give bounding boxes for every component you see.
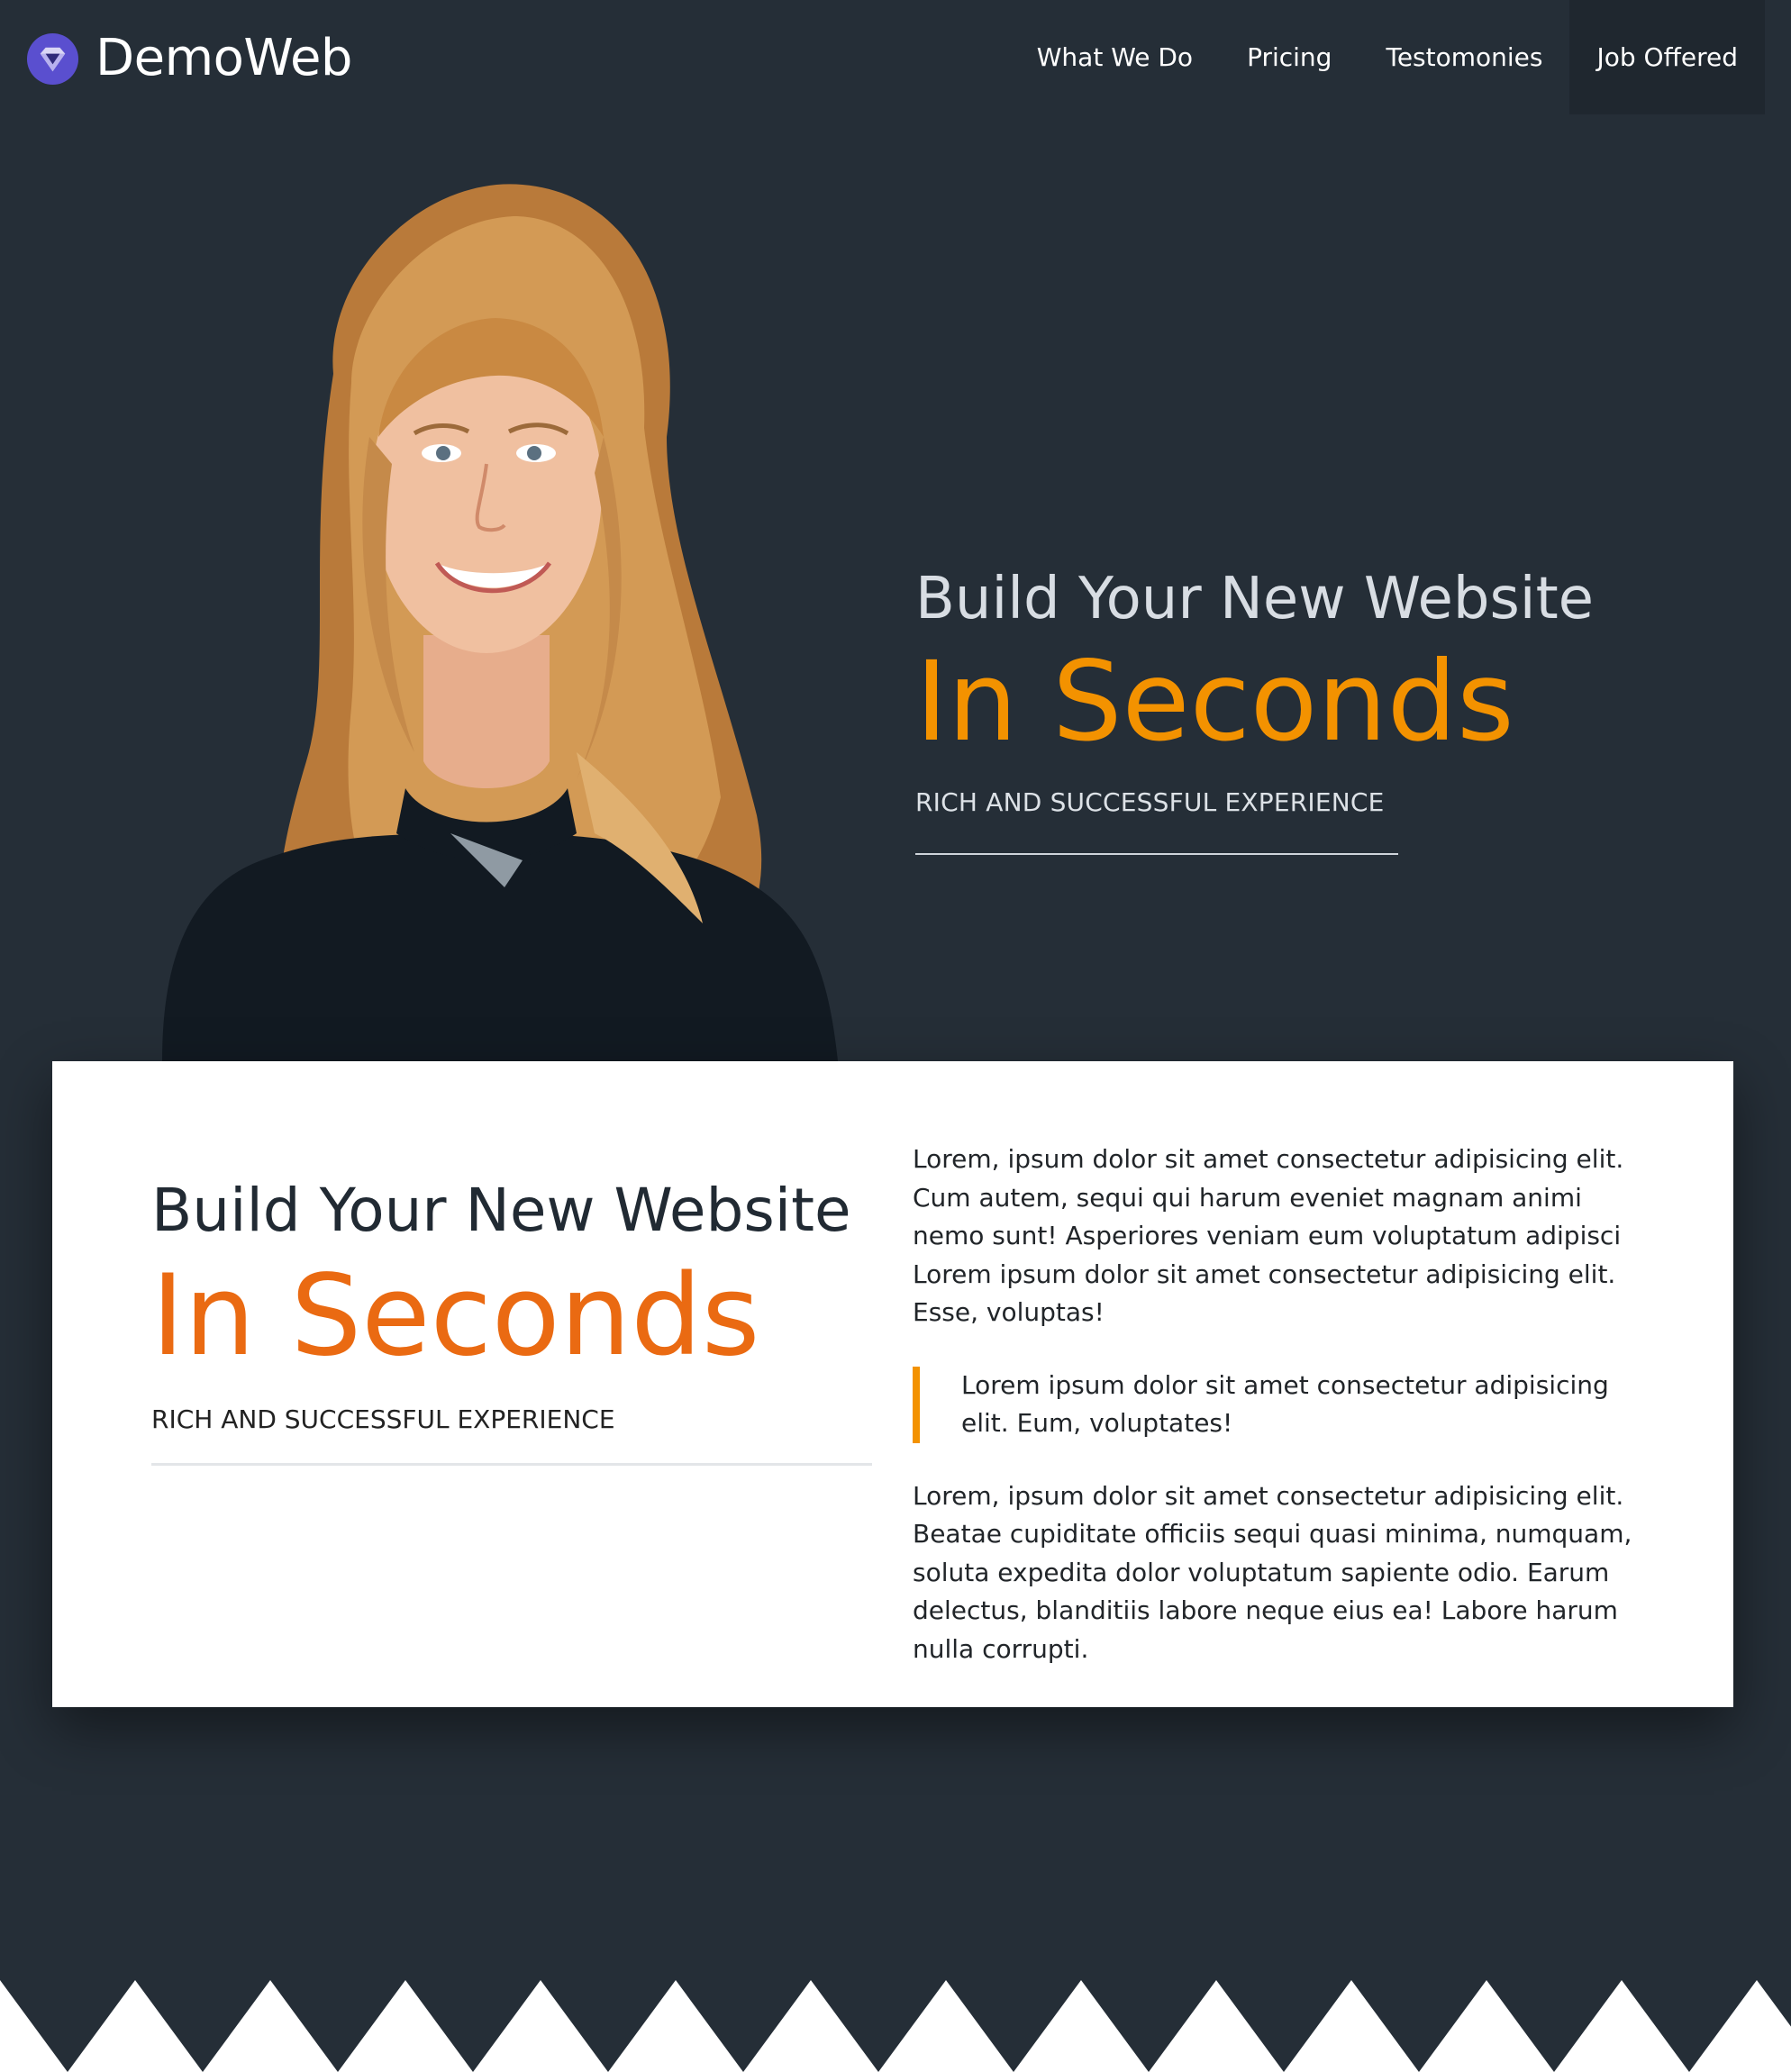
hero-text: Build Your New Website In Seconds RICH A… — [915, 566, 1636, 856]
hero-divider — [915, 853, 1398, 856]
card-quote: Lorem ipsum dolor sit amet consectetur a… — [913, 1366, 1633, 1443]
card-heading-block: Build Your New Website In Seconds RICH A… — [151, 1176, 872, 1466]
zigzag-divider — [0, 1980, 1791, 2072]
card-title: Build Your New Website — [151, 1176, 851, 1245]
hero-accent-heading: In Seconds — [915, 638, 1514, 767]
hero-subtitle: RICH AND SUCCESSFUL EXPERIENCE — [915, 787, 1385, 818]
brand-link[interactable]: DemoWeb — [26, 27, 352, 90]
card-paragraph-2: Lorem, ipsum dolor sit amet consectetur … — [913, 1480, 1632, 1665]
content-card: Build Your New Website In Seconds RICH A… — [52, 1061, 1733, 1707]
brand-name: DemoWeb — [95, 29, 352, 87]
hero-portrait-image — [162, 184, 838, 1061]
nav-item-what-we-do[interactable]: What We Do — [1010, 0, 1220, 114]
navbar: DemoWeb What We Do Pricing Testomonies J… — [0, 0, 1791, 114]
card-paragraph-1: Lorem, ipsum dolor sit amet consectetur … — [913, 1144, 1624, 1328]
nav-item-testomonies[interactable]: Testomonies — [1359, 0, 1569, 114]
card-divider — [151, 1462, 872, 1466]
diamond-logo-icon — [26, 32, 79, 85]
card-body: Lorem, ipsum dolor sit amet consectetur … — [913, 1141, 1633, 1669]
card-subtitle: RICH AND SUCCESSFUL EXPERIENCE — [151, 1404, 615, 1434]
nav-item-job-offered[interactable]: Job Offered — [1569, 0, 1765, 114]
nav-menu: What We Do Pricing Testomonies Job Offer… — [1010, 0, 1765, 114]
hero-title: Build Your New Website — [915, 566, 1595, 632]
nav-item-pricing[interactable]: Pricing — [1220, 0, 1359, 114]
card-accent-heading: In Seconds — [151, 1250, 760, 1381]
